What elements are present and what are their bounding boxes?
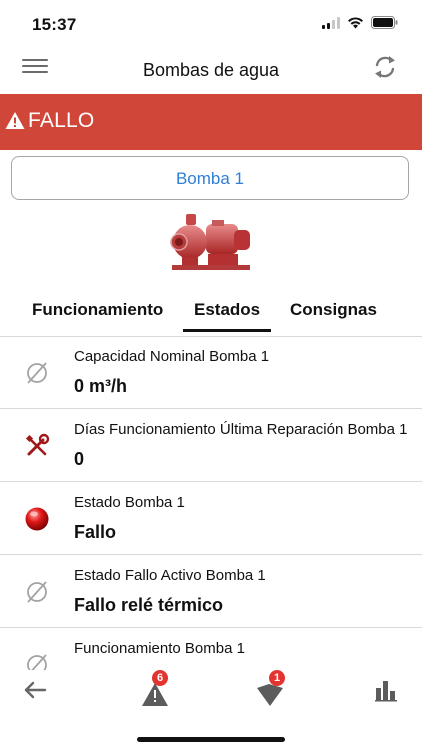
list-item[interactable]: Funcionamiento Bomba 1 — [0, 628, 422, 670]
status-icons — [322, 16, 398, 29]
list-item[interactable]: Capacidad Nominal Bomba 1 0 m³/h — [0, 336, 422, 409]
page-title: Bombas de agua — [142, 60, 280, 80]
red-led-icon — [25, 507, 49, 531]
list-item-label: Estado Bomba 1 — [74, 494, 185, 511]
battery-icon — [371, 16, 398, 29]
tab-funcionamiento[interactable]: Funcionamiento — [32, 300, 163, 320]
null-symbol-icon — [27, 362, 47, 384]
tab-consignas[interactable]: Consignas — [290, 300, 377, 320]
tab-bar: Funcionamiento Estados Consignas — [0, 290, 422, 337]
list-item-label: Días Funcionamiento Última Reparación Bo… — [74, 421, 408, 438]
alarm-status-text: FALLO — [28, 109, 95, 132]
list-item-label: Estado Fallo Activo Bomba 1 — [74, 567, 266, 584]
device-select-button[interactable]: Bomba 1 — [11, 156, 409, 200]
alarm-banner: FALLO — [0, 94, 422, 150]
status-time: 15:37 — [32, 15, 77, 34]
bar-chart-icon[interactable] — [369, 674, 405, 710]
tab-estados[interactable]: Estados — [182, 300, 272, 332]
sync-icon[interactable] — [370, 52, 400, 82]
states-list: Capacidad Nominal Bomba 1 0 m³/h Días Fu… — [0, 336, 422, 670]
cellular-signal-icon — [322, 16, 340, 29]
list-item-label: Funcionamiento Bomba 1 — [74, 640, 245, 657]
list-item[interactable]: Estado Fallo Activo Bomba 1 Fallo relé t… — [0, 555, 422, 628]
list-item-value: Fallo — [74, 522, 117, 542]
list-item[interactable]: Días Funcionamiento Última Reparación Bo… — [0, 409, 422, 482]
null-symbol-icon — [27, 654, 47, 670]
pump-image — [170, 214, 250, 270]
list-item-value: 0 — [74, 449, 85, 469]
alarms-button[interactable]: 6 — [137, 670, 173, 710]
tools-icon — [25, 433, 50, 456]
notifications-button[interactable]: 1 — [252, 670, 288, 710]
list-item[interactable]: Estado Bomba 1 Fallo — [0, 482, 422, 555]
notifications-badge: 1 — [269, 670, 285, 686]
warning-icon — [5, 112, 25, 129]
back-arrow-icon[interactable] — [18, 674, 54, 710]
list-item-value: Fallo relé térmico — [74, 595, 224, 615]
null-symbol-icon — [27, 581, 47, 603]
navigation-bar: Bombas de agua — [0, 46, 422, 94]
home-indicator — [137, 737, 285, 742]
list-item-label: Capacidad Nominal Bomba 1 — [74, 348, 270, 365]
wifi-icon — [348, 16, 363, 28]
status-bar: 15:37 — [0, 0, 422, 46]
list-item-value: 0 m³/h — [74, 376, 128, 396]
alarms-badge: 6 — [152, 670, 168, 686]
